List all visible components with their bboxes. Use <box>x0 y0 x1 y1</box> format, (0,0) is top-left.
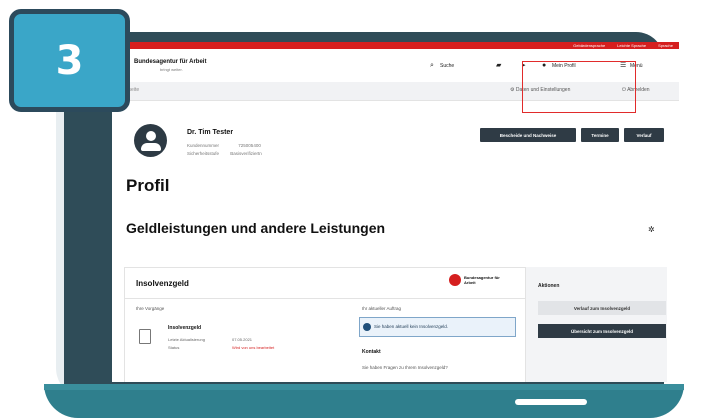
section-title: Geldleistungen und andere Leistungen <box>126 220 386 236</box>
search-button[interactable]: ⌕ Suche <box>430 62 454 69</box>
overview-insolvency-button[interactable]: Übersicht zum Insolvenzgeld <box>538 324 666 338</box>
security-level-label: Sicherheitsstufe <box>187 151 220 156</box>
avatar-body <box>141 143 161 151</box>
logo-subtext: bringt weiter. <box>160 67 183 72</box>
profile-name: Dr. Tim Tester <box>187 129 234 136</box>
customer-number-label: Kundennummer <box>187 143 220 148</box>
top-link-easy-language[interactable]: Leichte Sprache <box>617 42 646 49</box>
column-head-processes: Ihre Vorgänge <box>136 306 165 311</box>
process-updated-value: 07.05.2021 <box>232 337 253 342</box>
mailbox-icon: ▰ <box>496 62 502 69</box>
laptop-screen: Gebärdensprache Leichte Sprache Sprache … <box>112 42 679 382</box>
info-icon <box>363 323 371 331</box>
top-link-sign-language[interactable]: Gebärdensprache <box>573 42 605 49</box>
documents-button[interactable]: Bescheide und Nachweise <box>480 128 576 142</box>
security-level: Sicherheitsstufe Basisverifiziertn <box>187 151 262 156</box>
appointments-button[interactable]: Termine <box>581 128 619 142</box>
card-divider <box>124 298 526 299</box>
contact-heading: Kontakt <box>362 349 381 355</box>
laptop-base-edge <box>44 384 684 390</box>
logo-text[interactable]: Bundesagentur für Arbeit <box>134 59 206 65</box>
process-status-value: Wird von uns bearbeitet <box>232 345 275 350</box>
search-icon: ⌕ <box>430 62 434 69</box>
process-status-label: Status <box>168 345 180 350</box>
page-title: Profil <box>126 176 170 195</box>
contact-text: Sie haben Fragen zu Ihrem Insolvenzgeld? <box>362 365 448 370</box>
document-icon <box>139 329 151 344</box>
card-logo-text: Bundesagentur für Arbeit <box>464 275 500 285</box>
customer-number: Kundennummer 725005400 <box>187 143 261 148</box>
top-links: Gebärdensprache Leichte Sprache Sprache <box>573 42 673 49</box>
laptop-base-slot <box>515 399 587 405</box>
column-head-current: Ihr aktueller Auftrag <box>362 306 402 311</box>
mailbox-button[interactable]: ▰ <box>496 62 503 69</box>
history-insolvency-button[interactable]: Verlauf zum Insolvenzgeld <box>538 301 666 315</box>
search-label: Suche <box>440 62 455 69</box>
top-link-language[interactable]: Sprache <box>658 42 673 49</box>
step-badge: 3 <box>9 9 130 112</box>
security-level-value: Basisverifiziertn <box>230 151 262 156</box>
card-title: Insolvenzgeld <box>136 279 189 288</box>
customer-number-value: 725005400 <box>238 143 261 148</box>
settings-gear-icon[interactable]: ✲ <box>648 225 655 234</box>
highlight-box <box>522 61 636 113</box>
process-title[interactable]: Insolvenzgeld <box>168 325 201 331</box>
avatar-head <box>146 131 156 141</box>
step-number: 3 <box>55 37 84 84</box>
process-updated-label: Letzte Aktualisierung <box>168 337 205 342</box>
info-text: Sie haben aktuell kein Insolvenzgeld. <box>374 324 449 329</box>
history-button[interactable]: Verlauf <box>624 128 664 142</box>
actions-title: Aktionen <box>538 283 560 289</box>
card-logo-icon <box>449 274 461 286</box>
avatar <box>134 124 167 157</box>
